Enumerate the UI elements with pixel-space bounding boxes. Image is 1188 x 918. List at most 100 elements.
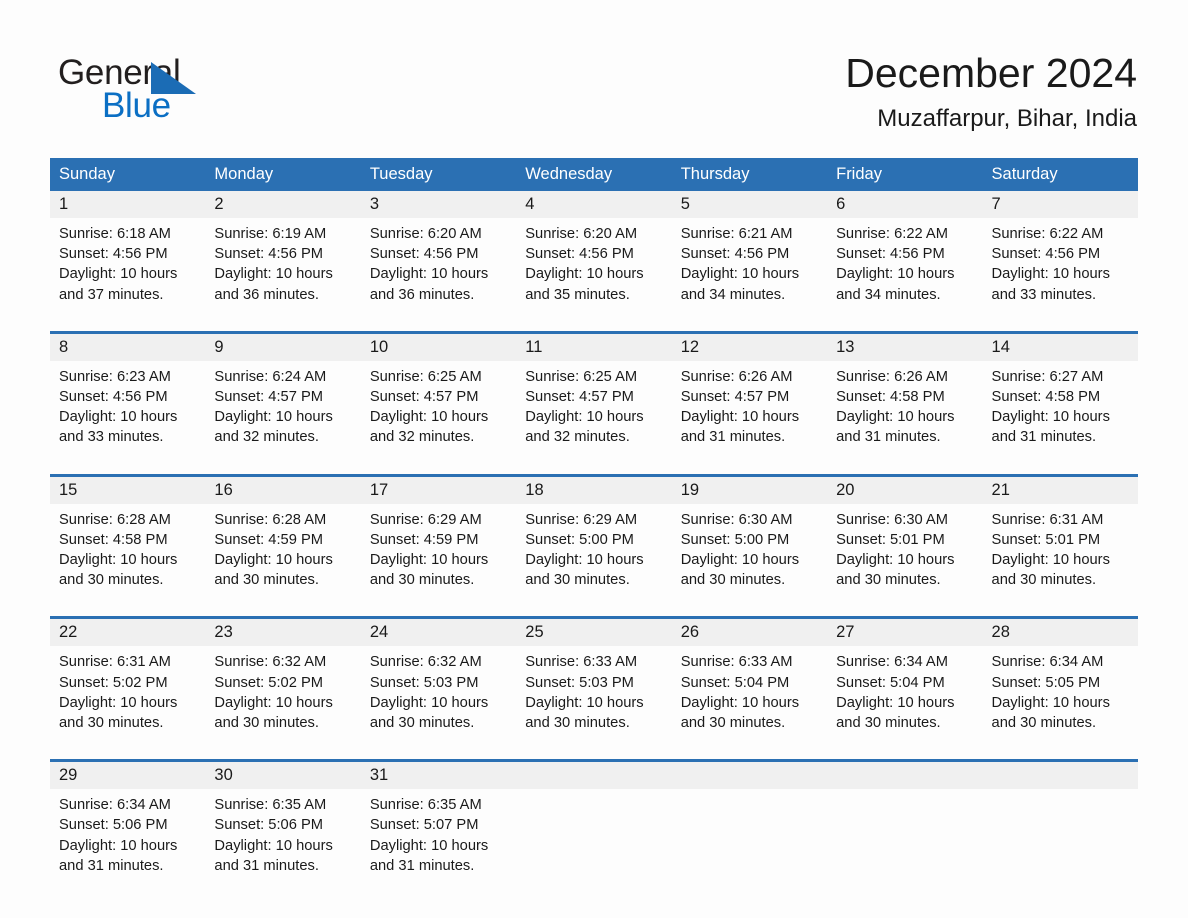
daylight-text-line2: and 30 minutes. <box>680 715 786 732</box>
weekday-header-wednesday: Wednesday <box>516 158 672 191</box>
weekday-header-saturday: Saturday <box>982 158 1138 191</box>
daylight-text-line1: Daylight: 10 hours <box>369 837 489 854</box>
daylight-text-line2: and 30 minutes. <box>214 572 319 589</box>
daylight-text-line1: Daylight: 10 hours <box>991 409 1110 426</box>
week-row-daynumbers: 22 23 24 25 26 27 28 <box>50 616 1138 647</box>
daylight-text-line2: and 31 minutes. <box>59 857 164 874</box>
day-number: 19 <box>671 473 828 504</box>
daylight-text-line1: Daylight: 10 hours <box>836 266 955 283</box>
sunset-text: Sunset: 5:01 PM <box>836 531 945 548</box>
day-cell: Sunrise: 6:21 AM Sunset: 4:56 PM Dayligh… <box>671 218 828 333</box>
calendar-table: Sunday Monday Tuesday Wednesday Thursday… <box>50 158 1138 903</box>
day-cell-empty <box>671 789 828 903</box>
sunrise-text: Sunrise: 6:31 AM <box>59 654 171 671</box>
day-number: 20 <box>827 473 983 504</box>
day-cell: Sunrise: 6:30 AM Sunset: 5:01 PM Dayligh… <box>827 503 983 618</box>
daylight-text-line2: and 33 minutes. <box>59 429 164 446</box>
week-row-details: Sunrise: 6:34 AM Sunset: 5:06 PM Dayligh… <box>50 789 1138 903</box>
sunset-text: Sunset: 4:59 PM <box>369 531 479 548</box>
sunset-text: Sunset: 5:06 PM <box>214 817 324 834</box>
daylight-text-line2: and 32 minutes. <box>369 429 475 446</box>
weekday-header-monday: Monday <box>205 158 361 191</box>
day-number: 8 <box>50 330 206 361</box>
daylight-text-line1: Daylight: 10 hours <box>525 694 644 711</box>
weekday-header-sunday: Sunday <box>50 158 206 191</box>
sunset-text: Sunset: 4:57 PM <box>214 389 324 406</box>
sunset-text: Sunset: 5:05 PM <box>991 674 1101 691</box>
week-row-details: Sunrise: 6:18 AM Sunset: 4:56 PM Dayligh… <box>50 218 1138 333</box>
weekday-header-friday: Friday <box>827 158 983 191</box>
day-number: 2 <box>205 191 361 218</box>
day-number: 16 <box>205 473 361 504</box>
day-cell: Sunrise: 6:28 AM Sunset: 4:58 PM Dayligh… <box>50 503 206 618</box>
daylight-text-line1: Daylight: 10 hours <box>836 409 955 426</box>
week-row-daynumbers: 8 9 10 11 12 13 14 <box>50 330 1138 361</box>
sunset-text: Sunset: 4:57 PM <box>680 389 790 406</box>
title-block: December 2024 Muzaffarpur, Bihar, India <box>845 48 1137 134</box>
daylight-text-line2: and 35 minutes. <box>525 286 630 303</box>
daylight-text-line2: and 32 minutes. <box>214 429 319 446</box>
daylight-text-line1: Daylight: 10 hours <box>680 266 800 283</box>
day-cell: Sunrise: 6:20 AM Sunset: 4:56 PM Dayligh… <box>516 218 672 333</box>
daylight-text-line2: and 32 minutes. <box>525 429 630 446</box>
day-number: 18 <box>516 473 672 504</box>
daylight-text-line2: and 30 minutes. <box>680 572 786 589</box>
sunrise-text: Sunrise: 6:34 AM <box>836 654 948 671</box>
day-number: 15 <box>50 473 206 504</box>
daylight-text-line1: Daylight: 10 hours <box>836 694 955 711</box>
day-cell: Sunrise: 6:20 AM Sunset: 4:56 PM Dayligh… <box>360 218 517 333</box>
daylight-text-line2: and 30 minutes. <box>59 572 164 589</box>
day-cell: Sunrise: 6:22 AM Sunset: 4:56 PM Dayligh… <box>827 218 983 333</box>
day-number: 9 <box>205 330 361 361</box>
daylight-text-line2: and 34 minutes. <box>680 286 786 303</box>
daylight-text-line1: Daylight: 10 hours <box>991 266 1110 283</box>
sunrise-text: Sunrise: 6:35 AM <box>369 797 482 814</box>
daylight-text-line1: Daylight: 10 hours <box>369 552 489 569</box>
weekday-header-thursday: Thursday <box>671 158 828 191</box>
day-cell: Sunrise: 6:35 AM Sunset: 5:07 PM Dayligh… <box>360 789 517 903</box>
daylight-text-line2: and 30 minutes. <box>836 715 941 732</box>
sunset-text: Sunset: 5:00 PM <box>525 531 634 548</box>
daylight-text-line1: Daylight: 10 hours <box>369 266 489 283</box>
day-number-empty <box>671 759 828 790</box>
daylight-text-line1: Daylight: 10 hours <box>991 694 1110 711</box>
calendar-header-row: Sunday Monday Tuesday Wednesday Thursday… <box>50 158 1138 191</box>
daylight-text-line1: Daylight: 10 hours <box>59 552 178 569</box>
sunset-text: Sunset: 4:59 PM <box>214 531 324 548</box>
day-number: 27 <box>827 616 983 647</box>
daylight-text-line1: Daylight: 10 hours <box>525 409 644 426</box>
daylight-text-line1: Daylight: 10 hours <box>214 409 333 426</box>
daylight-text-line2: and 30 minutes. <box>59 715 164 732</box>
sunrise-text: Sunrise: 6:29 AM <box>525 511 638 528</box>
sunrise-text: Sunrise: 6:26 AM <box>680 368 793 385</box>
sunset-text: Sunset: 5:03 PM <box>525 674 634 691</box>
sunrise-text: Sunrise: 6:19 AM <box>214 226 327 242</box>
day-cell: Sunrise: 6:28 AM Sunset: 4:59 PM Dayligh… <box>205 503 361 618</box>
sunrise-text: Sunrise: 6:25 AM <box>369 368 482 385</box>
day-number: 17 <box>360 473 517 504</box>
daylight-text-line1: Daylight: 10 hours <box>59 837 178 854</box>
sunrise-text: Sunrise: 6:21 AM <box>680 226 793 242</box>
day-number: 7 <box>982 191 1138 218</box>
sunrise-text: Sunrise: 6:31 AM <box>991 511 1104 528</box>
sunset-text: Sunset: 4:56 PM <box>59 389 168 406</box>
day-cell: Sunrise: 6:31 AM Sunset: 5:01 PM Dayligh… <box>982 503 1138 618</box>
daylight-text-line2: and 30 minutes. <box>369 715 475 732</box>
page-title: December 2024 <box>845 50 1137 96</box>
daylight-text-line2: and 30 minutes. <box>369 572 475 589</box>
sunrise-text: Sunrise: 6:34 AM <box>59 797 171 814</box>
day-cell: Sunrise: 6:32 AM Sunset: 5:03 PM Dayligh… <box>360 646 517 761</box>
day-cell-empty <box>982 789 1138 903</box>
week-row-details: Sunrise: 6:31 AM Sunset: 5:02 PM Dayligh… <box>50 646 1138 761</box>
daylight-text-line1: Daylight: 10 hours <box>214 694 333 711</box>
sunrise-text: Sunrise: 6:25 AM <box>525 368 638 385</box>
location-subtitle: Muzaffarpur, Bihar, India <box>877 105 1137 132</box>
day-cell: Sunrise: 6:19 AM Sunset: 4:56 PM Dayligh… <box>205 218 361 333</box>
daylight-text-line1: Daylight: 10 hours <box>214 837 333 854</box>
daylight-text-line2: and 30 minutes. <box>525 572 630 589</box>
day-number: 3 <box>360 191 517 218</box>
sunset-text: Sunset: 5:02 PM <box>214 674 324 691</box>
sunset-text: Sunset: 4:58 PM <box>991 389 1101 406</box>
daylight-text-line2: and 30 minutes. <box>991 715 1097 732</box>
sunset-text: Sunset: 4:57 PM <box>369 389 479 406</box>
